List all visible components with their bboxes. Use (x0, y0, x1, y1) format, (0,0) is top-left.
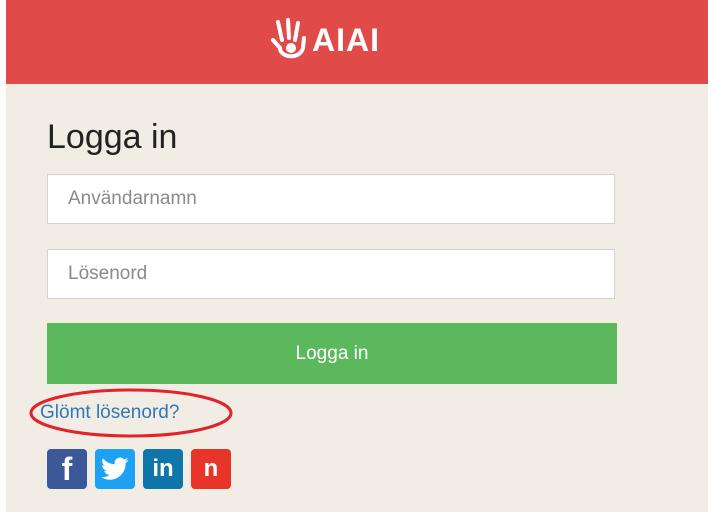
page-title: Logga in (47, 118, 178, 156)
n-icon[interactable]: n (191, 449, 231, 489)
n-glyph: n (203, 455, 219, 482)
twitter-icon[interactable] (95, 449, 135, 489)
facebook-icon[interactable]: f (47, 449, 87, 489)
logo: AIAI (270, 16, 380, 64)
login-page: AIAI Logga in Logga in Glömt lösenord? f… (6, 0, 708, 512)
login-button[interactable]: Logga in (47, 323, 617, 384)
password-input[interactable] (47, 249, 615, 299)
social-icons: f in n (47, 449, 231, 489)
header-bar: AIAI (6, 0, 708, 84)
hand-logo-icon (271, 18, 306, 59)
linkedin-icon[interactable]: in (143, 449, 183, 489)
forgot-password-link[interactable]: Glömt lösenord? (40, 402, 179, 424)
twitter-bird-icon (101, 457, 129, 480)
facebook-glyph: f (61, 450, 73, 487)
forgot-password-highlight: Glömt lösenord? (28, 386, 234, 440)
logo-text: AIAI (312, 21, 380, 58)
username-input[interactable] (47, 174, 615, 224)
linkedin-glyph: in (152, 455, 174, 482)
